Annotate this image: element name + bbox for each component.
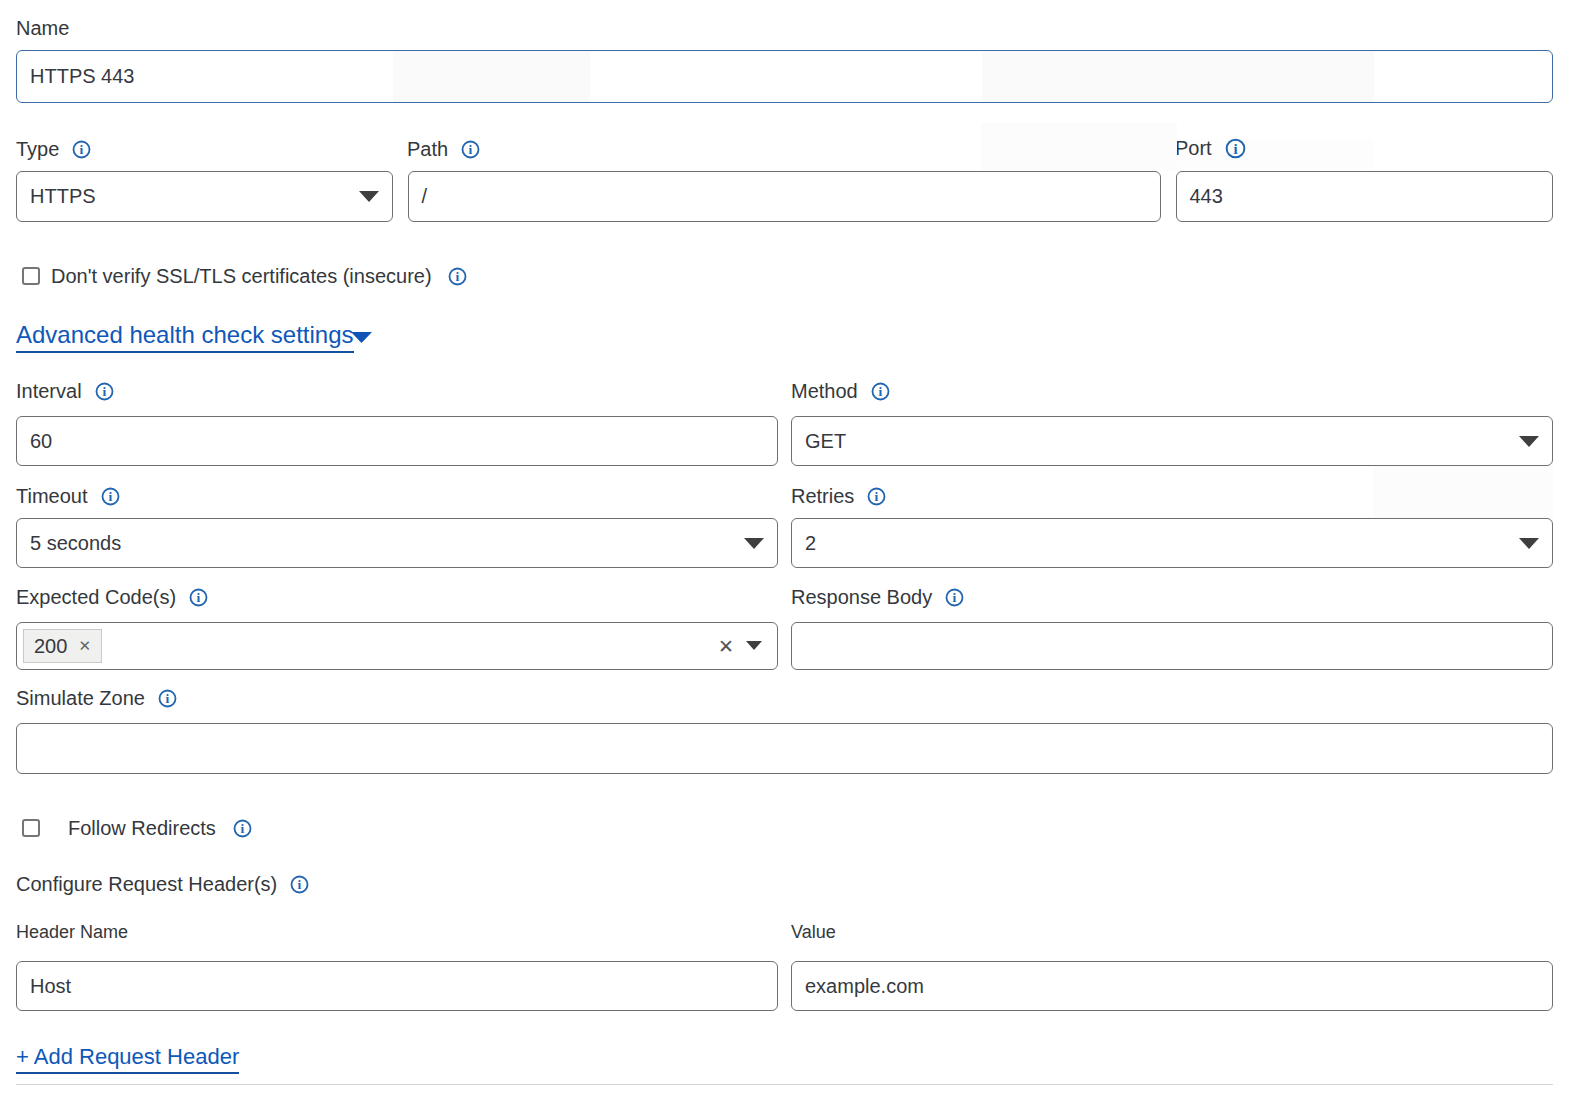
svg-text:i: i (469, 142, 473, 157)
svg-text:i: i (455, 269, 459, 284)
svg-text:i: i (1233, 140, 1237, 156)
svg-text:i: i (298, 877, 302, 892)
svg-text:i: i (108, 489, 112, 504)
svg-text:i: i (102, 384, 106, 399)
svg-text:i: i (197, 590, 201, 605)
svg-text:i: i (240, 821, 244, 836)
svg-text:i: i (878, 384, 882, 399)
svg-text:i: i (875, 489, 879, 504)
svg-text:i: i (953, 590, 957, 605)
svg-text:i: i (166, 691, 170, 706)
svg-text:i: i (80, 142, 84, 157)
